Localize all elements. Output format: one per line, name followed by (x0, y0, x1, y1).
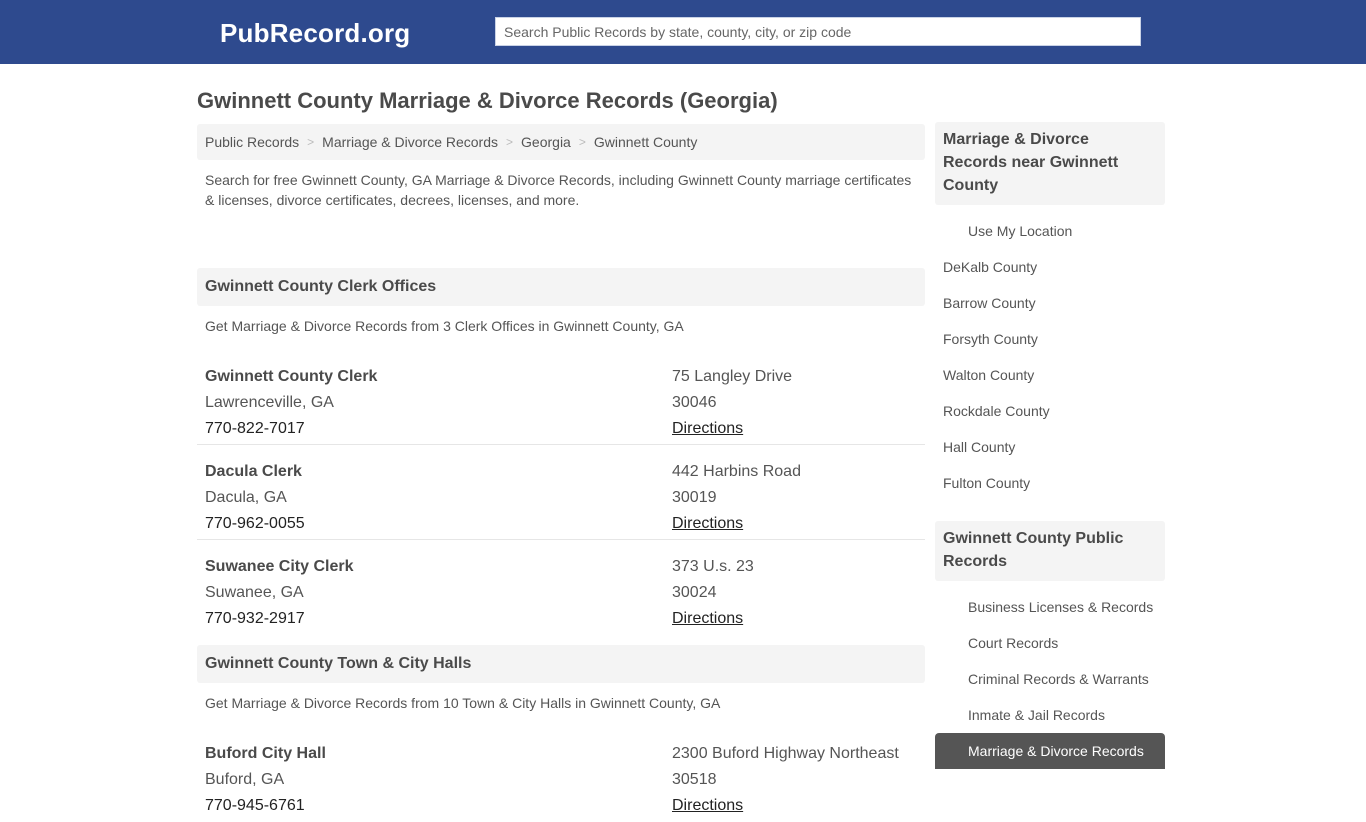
office-phone[interactable]: 770-962-0055 (205, 511, 672, 537)
nearby-county-link[interactable]: Rockdale County (943, 403, 1050, 419)
nearby-county-list: Use My Location DeKalb County Barrow Cou… (935, 205, 1165, 501)
use-my-location-link[interactable]: Use My Location (968, 223, 1072, 239)
office-city: Buford, GA (205, 771, 285, 788)
sidebar-item-barrow[interactable]: Barrow County (935, 285, 1165, 321)
office-entry: Suwanee City Clerk Suwanee, GA 770-932-2… (197, 540, 925, 635)
page-title: Gwinnett County Marriage & Divorce Recor… (197, 88, 778, 113)
sidebar: Marriage & Divorce Records near Gwinnett… (935, 122, 1165, 769)
directions-link[interactable]: Directions (672, 797, 743, 814)
nearby-county-link[interactable]: Barrow County (943, 295, 1036, 311)
sidebar-item-hall[interactable]: Hall County (935, 429, 1165, 465)
directions-link[interactable]: Directions (672, 515, 743, 532)
office-address: 373 U.s. 23 (672, 558, 754, 575)
breadcrumb: Public Records > Marriage & Divorce Reco… (197, 124, 925, 160)
main-content: Public Records > Marriage & Divorce Reco… (197, 124, 925, 822)
office-entry: Dacula Clerk Dacula, GA 770-962-0055 442… (197, 445, 925, 540)
sidebar-item-dekalb[interactable]: DeKalb County (935, 249, 1165, 285)
office-name: Dacula Clerk (205, 463, 302, 480)
nearby-county-link[interactable]: Walton County (943, 367, 1034, 383)
office-entry: Gwinnett County Clerk Lawrenceville, GA … (197, 350, 925, 445)
office-entry: Buford City Hall Buford, GA 770-945-6761… (197, 727, 925, 822)
use-my-location-item[interactable]: Use My Location (935, 213, 1165, 249)
office-phone[interactable]: 770-945-6761 (205, 793, 672, 819)
public-records-link[interactable]: Business Licenses & Records (968, 599, 1153, 615)
breadcrumb-separator: > (578, 135, 586, 149)
intro-text: Search for free Gwinnett County, GA Marr… (205, 172, 912, 208)
directions-link[interactable]: Directions (672, 610, 743, 627)
public-records-link[interactable]: Marriage & Divorce Records (968, 743, 1144, 759)
section-heading-clerk-offices: Gwinnett County Clerk Offices (197, 268, 925, 306)
breadcrumb-public-records[interactable]: Public Records (205, 134, 299, 150)
office-phone[interactable]: 770-932-2917 (205, 606, 672, 632)
office-zip: 30046 (672, 394, 717, 411)
office-city: Dacula, GA (205, 489, 287, 506)
office-zip: 30024 (672, 584, 717, 601)
sidebar-item-forsyth[interactable]: Forsyth County (935, 321, 1165, 357)
nearby-county-link[interactable]: Forsyth County (943, 331, 1038, 347)
office-address: 442 Harbins Road (672, 463, 801, 480)
office-name: Buford City Hall (205, 745, 326, 762)
search-input[interactable] (495, 17, 1141, 46)
sidebar-item-business-licenses[interactable]: Business Licenses & Records (935, 589, 1165, 625)
office-city: Suwanee, GA (205, 584, 304, 601)
public-records-link[interactable]: Court Records (968, 635, 1058, 651)
sidebar-item-marriage-divorce-active[interactable]: Marriage & Divorce Records (935, 733, 1165, 769)
sidebar-nearby-heading: Marriage & Divorce Records near Gwinnett… (935, 122, 1165, 205)
section-description: Get Marriage & Divorce Records from 3 Cl… (205, 318, 684, 334)
sidebar-item-fulton[interactable]: Fulton County (935, 465, 1165, 501)
directions-link[interactable]: Directions (672, 420, 743, 437)
nearby-county-link[interactable]: Hall County (943, 439, 1015, 455)
office-city: Lawrenceville, GA (205, 394, 334, 411)
nearby-county-link[interactable]: DeKalb County (943, 259, 1037, 275)
office-zip: 30019 (672, 489, 717, 506)
sidebar-item-criminal-records[interactable]: Criminal Records & Warrants (935, 661, 1165, 697)
section-heading-town-city-halls: Gwinnett County Town & City Halls (197, 645, 925, 683)
breadcrumb-gwinnett-county[interactable]: Gwinnett County (594, 134, 698, 150)
public-records-link[interactable]: Criminal Records & Warrants (968, 671, 1149, 687)
site-header: PubRecord.org (0, 0, 1366, 64)
public-records-link[interactable]: Inmate & Jail Records (968, 707, 1105, 723)
office-address: 2300 Buford Highway Northeast (672, 745, 899, 762)
office-address: 75 Langley Drive (672, 368, 793, 385)
breadcrumb-separator: > (506, 135, 514, 149)
office-name: Gwinnett County Clerk (205, 368, 378, 385)
office-phone[interactable]: 770-822-7017 (205, 416, 672, 442)
public-records-list: Business Licenses & Records Court Record… (935, 581, 1165, 769)
sidebar-public-records-heading: Gwinnett County Public Records (935, 521, 1165, 581)
sidebar-item-walton[interactable]: Walton County (935, 357, 1165, 393)
sidebar-item-inmate-records[interactable]: Inmate & Jail Records (935, 697, 1165, 733)
sidebar-item-rockdale[interactable]: Rockdale County (935, 393, 1165, 429)
office-zip: 30518 (672, 771, 717, 788)
breadcrumb-marriage-divorce[interactable]: Marriage & Divorce Records (322, 134, 498, 150)
office-name: Suwanee City Clerk (205, 558, 354, 575)
site-logo[interactable]: PubRecord.org (220, 18, 410, 49)
nearby-county-link[interactable]: Fulton County (943, 475, 1030, 491)
breadcrumb-separator: > (307, 135, 315, 149)
sidebar-item-court-records[interactable]: Court Records (935, 625, 1165, 661)
breadcrumb-georgia[interactable]: Georgia (521, 134, 571, 150)
section-description: Get Marriage & Divorce Records from 10 T… (205, 695, 721, 711)
